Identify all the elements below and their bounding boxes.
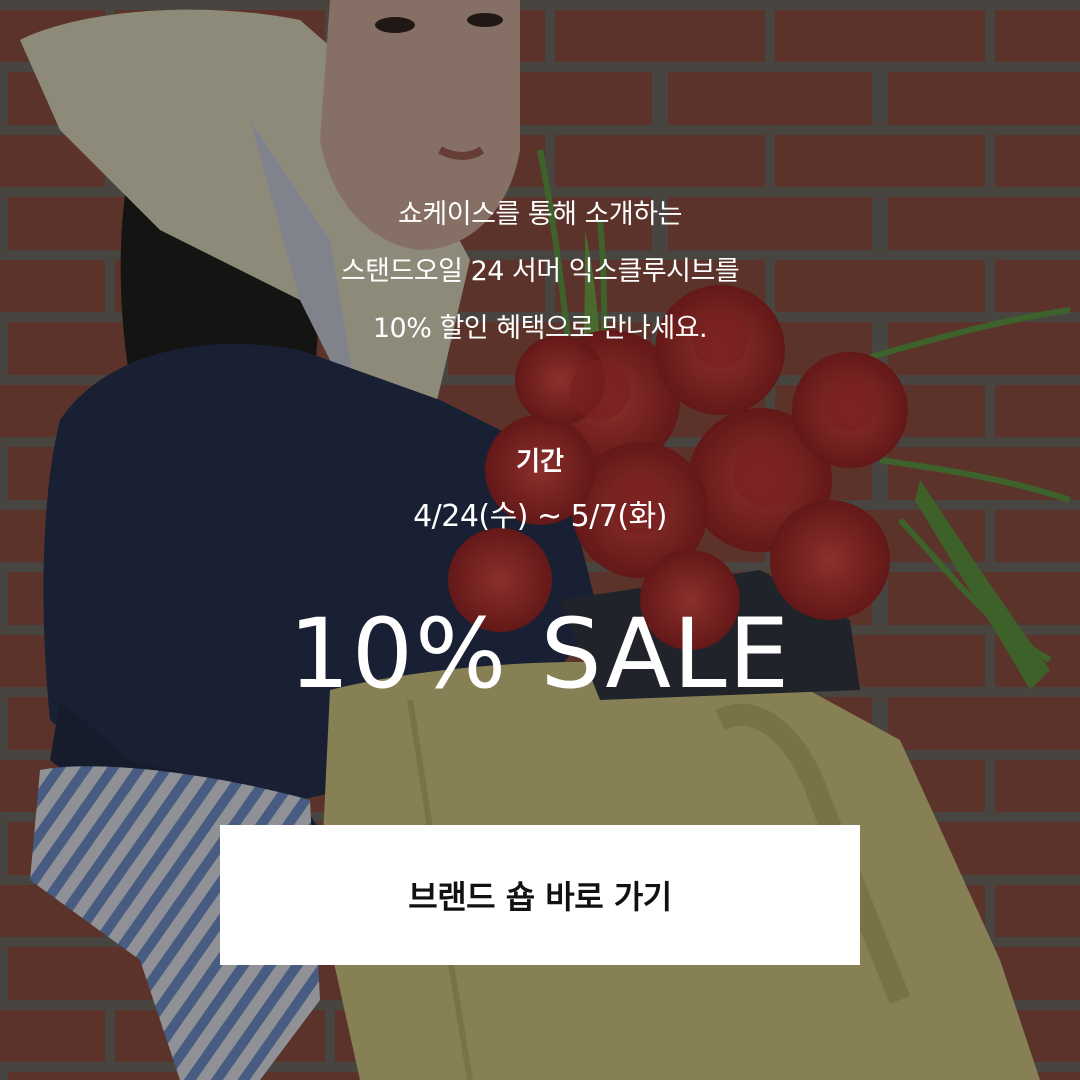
period-label: 기간	[516, 447, 564, 477]
intro-line-1: 쇼케이스를 통해 소개하는	[398, 199, 682, 230]
sale-headline: 10% SALE	[288, 598, 792, 710]
intro-line-3: 10% 할인 혜택으로 만나세요.	[372, 313, 708, 344]
promo-banner: 쇼케이스를 통해 소개하는 스탠드오일 24 서머 익스클루시브를 10% 할인…	[0, 0, 1080, 1080]
brand-shop-button[interactable]: 브랜드 숍 바로 가기	[220, 825, 860, 965]
intro-line-2: 스탠드오일 24 서머 익스클루시브를	[340, 256, 740, 287]
brand-shop-button-label: 브랜드 숍 바로 가기	[408, 878, 672, 916]
promo-intro: 쇼케이스를 통해 소개하는 스탠드오일 24 서머 익스클루시브를 10% 할인…	[340, 186, 740, 357]
period-dates: 4/24(수) ~ 5/7(화)	[413, 499, 667, 534]
